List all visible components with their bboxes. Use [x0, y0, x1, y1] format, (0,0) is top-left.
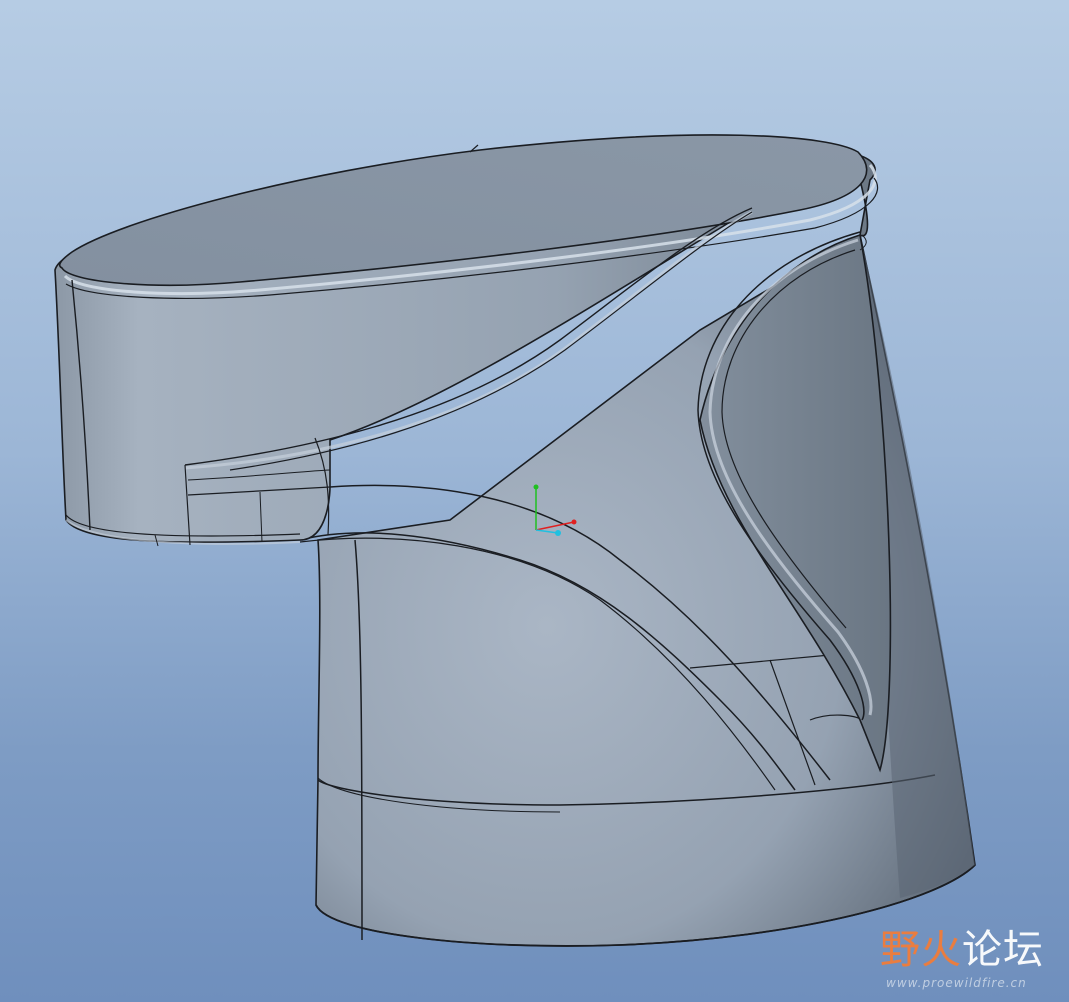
model-canvas[interactable] [0, 0, 1069, 1002]
3d-model-viewport[interactable] [0, 0, 1069, 1002]
watermark-brand-part1: 野火 [880, 927, 962, 973]
watermark-brand: 野火论坛 [880, 928, 1044, 972]
forum-watermark: 野火论坛 www.proewildfire.cn [880, 928, 1060, 994]
watermark-url: www.proewildfire.cn [886, 976, 1027, 990]
watermark-brand-part2: 论坛 [962, 927, 1044, 973]
